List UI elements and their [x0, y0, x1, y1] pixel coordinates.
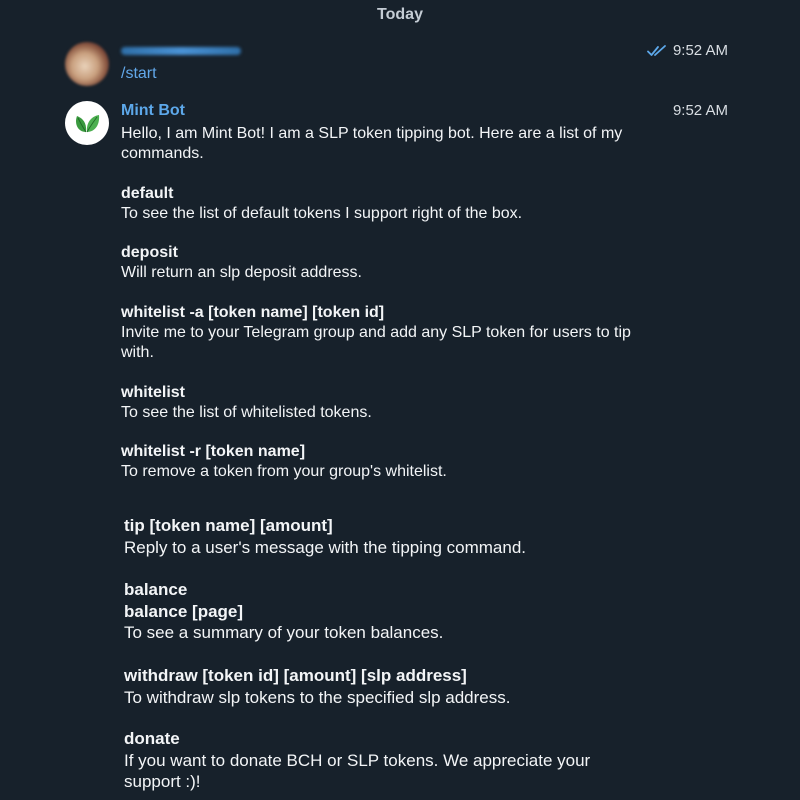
- command-name: whitelist -a [token name] [token id]: [121, 304, 385, 321]
- bot-message-time: 9:52 AM: [672, 102, 728, 119]
- command-donate: donate If you want to donate BCH or SLP …: [124, 728, 644, 793]
- command-name: whitelist -r [token name]: [121, 443, 306, 460]
- command-description: Will return an slp deposit address.: [121, 264, 362, 281]
- chat-window: Today /start 9:52 AM Mint Bot 9:52 AM He…: [0, 0, 800, 800]
- command-tip: tip [token name] [amount] Reply to a use…: [124, 515, 664, 558]
- command-description: To remove a token from your group's whit…: [121, 463, 447, 480]
- user-message-text[interactable]: /start: [121, 65, 157, 83]
- command-description: To withdraw slp tokens to the specified …: [124, 687, 511, 707]
- bot-avatar[interactable]: [65, 101, 109, 145]
- command-withdraw: withdraw [token id] [amount] [slp addres…: [124, 665, 664, 708]
- command-name: tip [token name] [amount]: [124, 516, 333, 535]
- command-balance: balance balance [page] To see a summary …: [124, 579, 664, 644]
- user-name-redacted: [121, 47, 241, 55]
- command-description: If you want to donate BCH or SLP tokens.…: [124, 750, 591, 792]
- command-name: deposit: [121, 244, 178, 261]
- user-message-time: 9:52 AM: [672, 42, 728, 59]
- command-whitelist: whitelist To see the list of whitelisted…: [121, 383, 661, 423]
- user-message-status: 9:52 AM: [647, 42, 728, 59]
- command-name-alt: balance [page]: [124, 601, 244, 621]
- command-whitelist-add: whitelist -a [token name] [token id] Inv…: [121, 303, 661, 363]
- user-avatar[interactable]: [65, 42, 109, 86]
- command-description: To see the list of default tokens I supp…: [121, 205, 523, 222]
- command-name: whitelist: [121, 384, 186, 401]
- leaf-icon: [76, 115, 100, 133]
- command-deposit: deposit Will return an slp deposit addre…: [121, 243, 661, 283]
- command-name: donate: [124, 729, 180, 748]
- command-name: withdraw [token id] [amount] [slp addres…: [124, 666, 467, 685]
- command-whitelist-remove: whitelist -r [token name] To remove a to…: [121, 442, 661, 482]
- command-name: default: [121, 185, 174, 202]
- command-default: default To see the list of default token…: [121, 184, 661, 224]
- command-description: Reply to a user's message with the tippi…: [124, 537, 526, 557]
- double-check-icon: [647, 44, 666, 56]
- date-header: Today: [377, 6, 423, 23]
- command-description: To see the list of whitelisted tokens.: [121, 404, 372, 421]
- command-description: To see a summary of your token balances.: [124, 623, 444, 642]
- command-name: balance: [124, 580, 188, 599]
- bot-intro-text: Hello, I am Mint Bot! I am a SLP token t…: [121, 125, 623, 162]
- command-description: Invite me to your Telegram group and add…: [121, 324, 631, 361]
- bot-name[interactable]: Mint Bot: [121, 102, 185, 120]
